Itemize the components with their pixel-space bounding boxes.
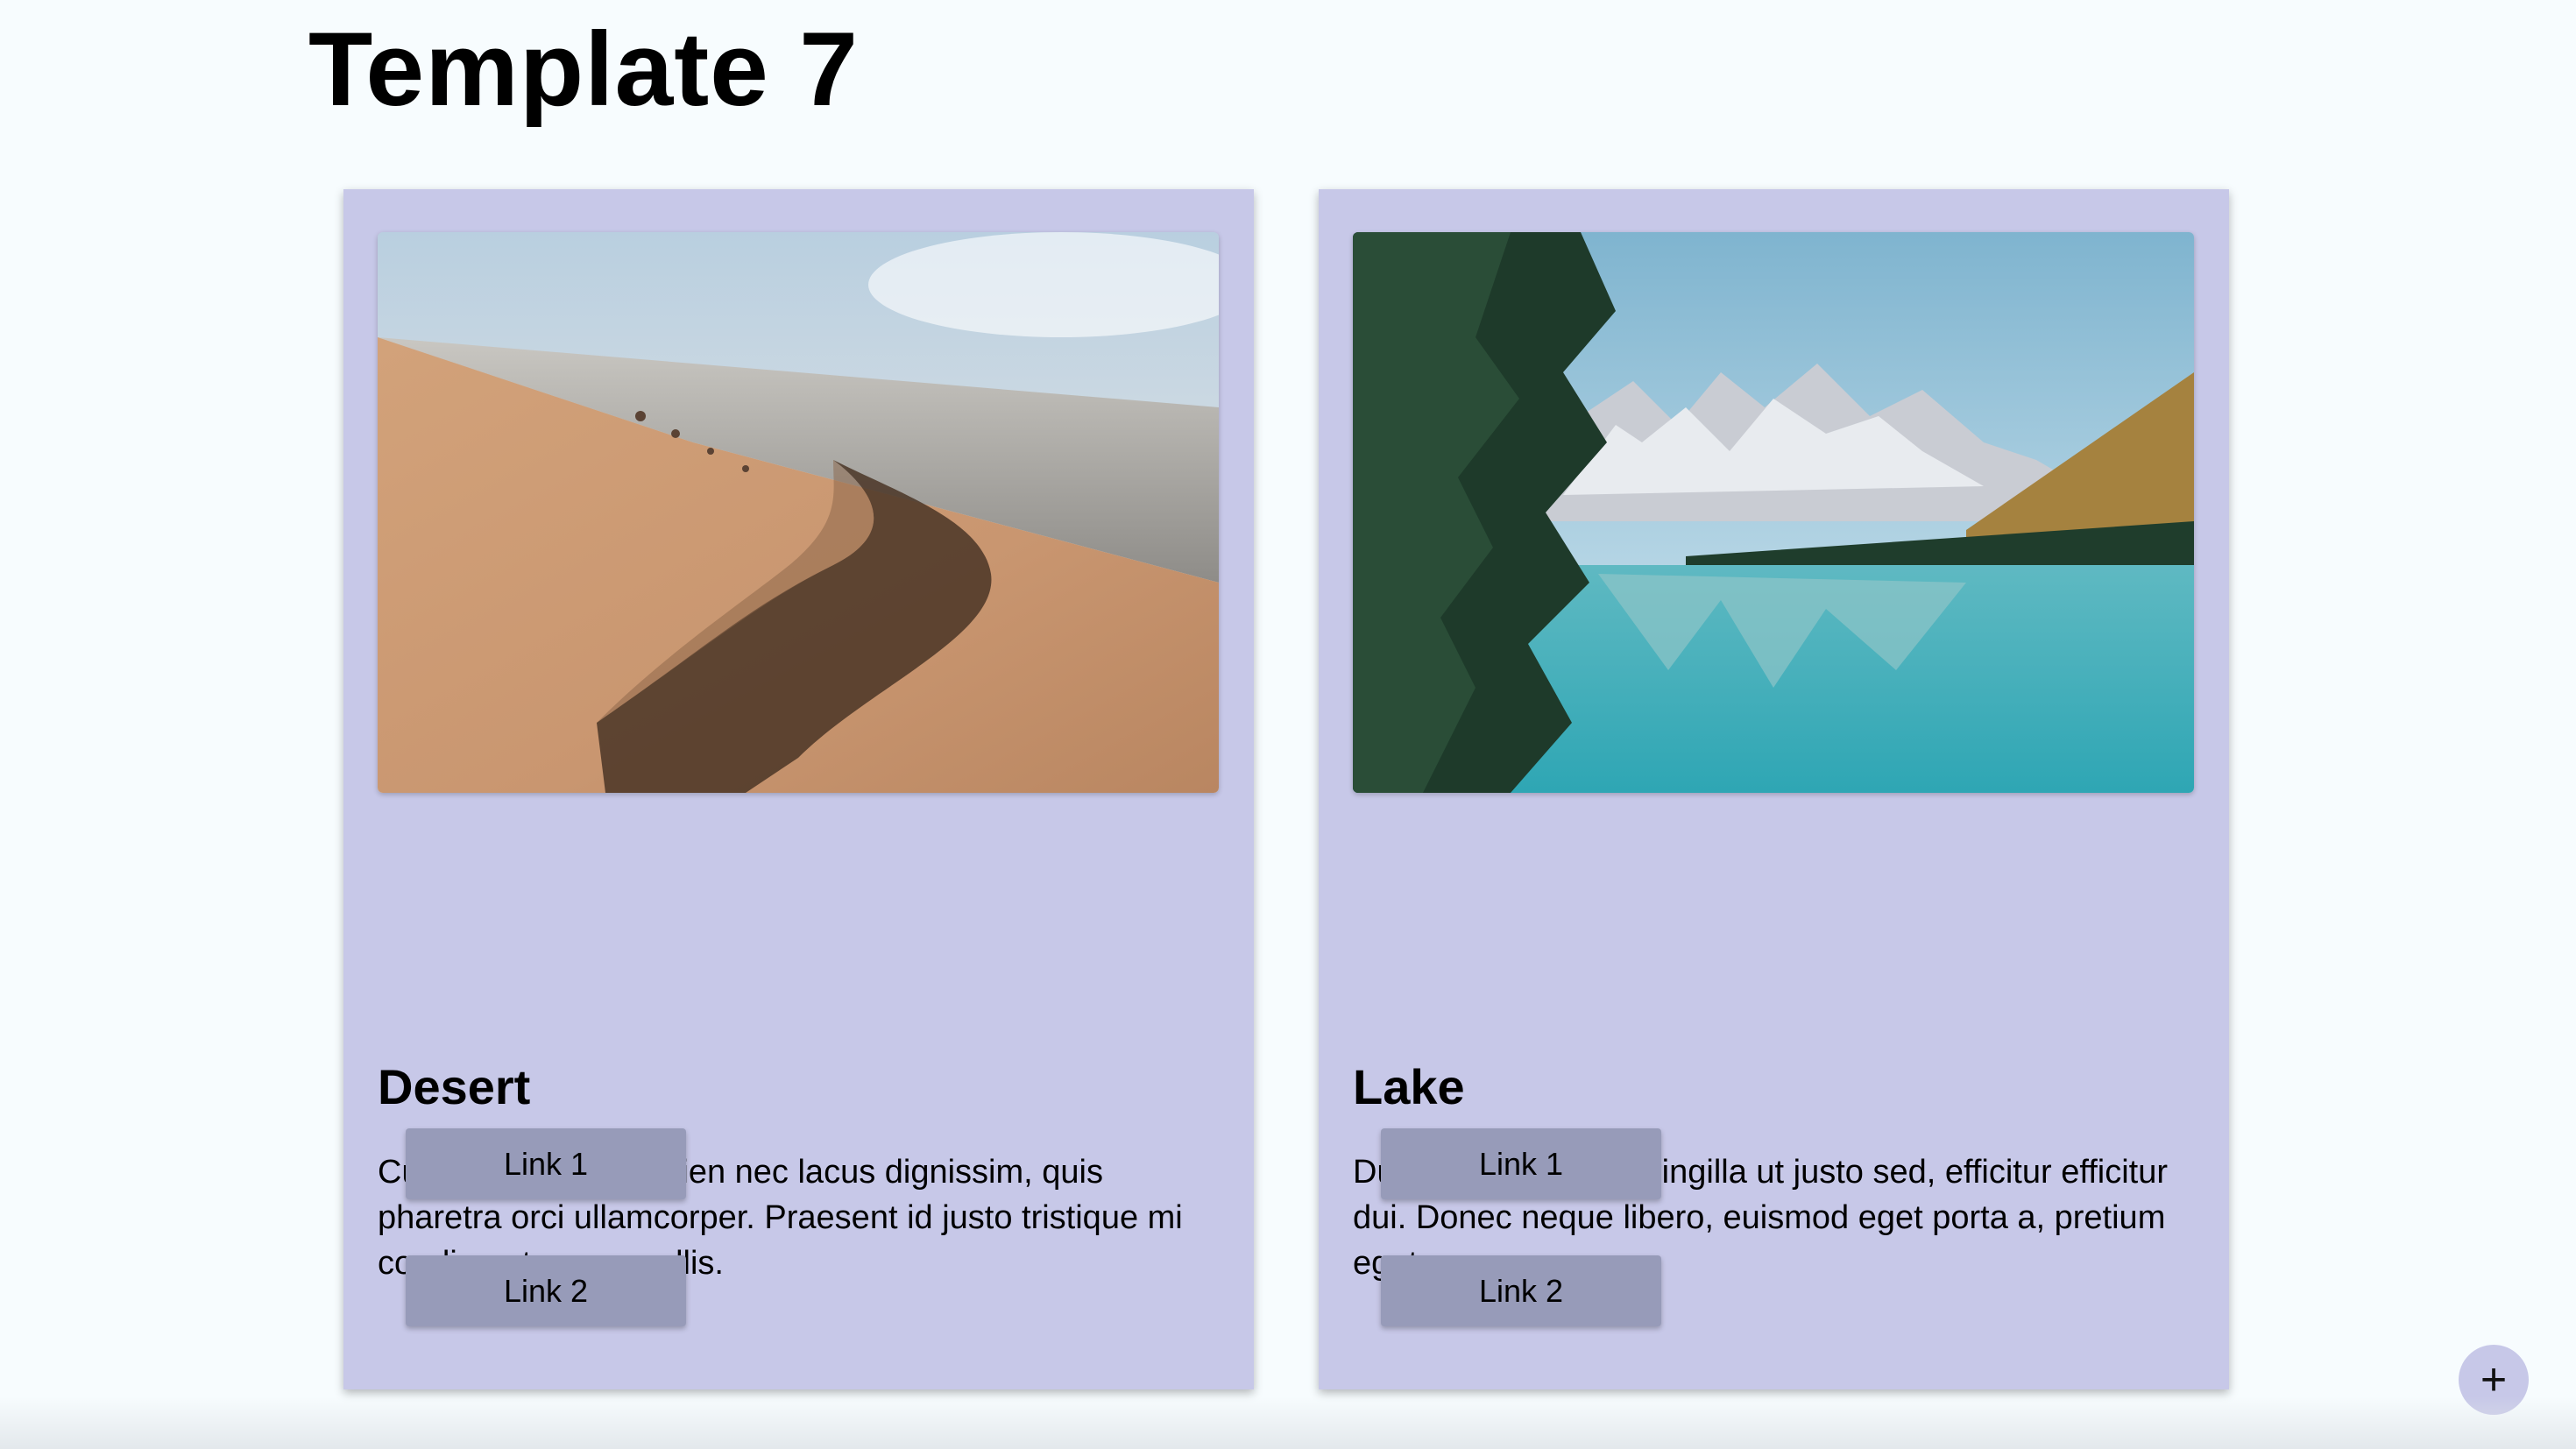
card-title: Desert (378, 1059, 531, 1114)
card-lake: Lake Duis lorem magna, fringilla ut just… (1319, 189, 2229, 1389)
link-2-button[interactable]: Link 2 (1381, 1255, 1661, 1326)
card-desert: Desert Curabitur lacinia sapien nec lacu… (343, 189, 1254, 1389)
desert-image (378, 232, 1219, 793)
bottom-fade (0, 1396, 2576, 1449)
card-title: Lake (1353, 1059, 1465, 1114)
link-1-button[interactable]: Link 1 (1381, 1128, 1661, 1199)
page-title: Template 7 (308, 11, 859, 128)
link-2-button[interactable]: Link 2 (406, 1255, 686, 1326)
lake-image (1353, 232, 2194, 793)
link-1-button[interactable]: Link 1 (406, 1128, 686, 1199)
